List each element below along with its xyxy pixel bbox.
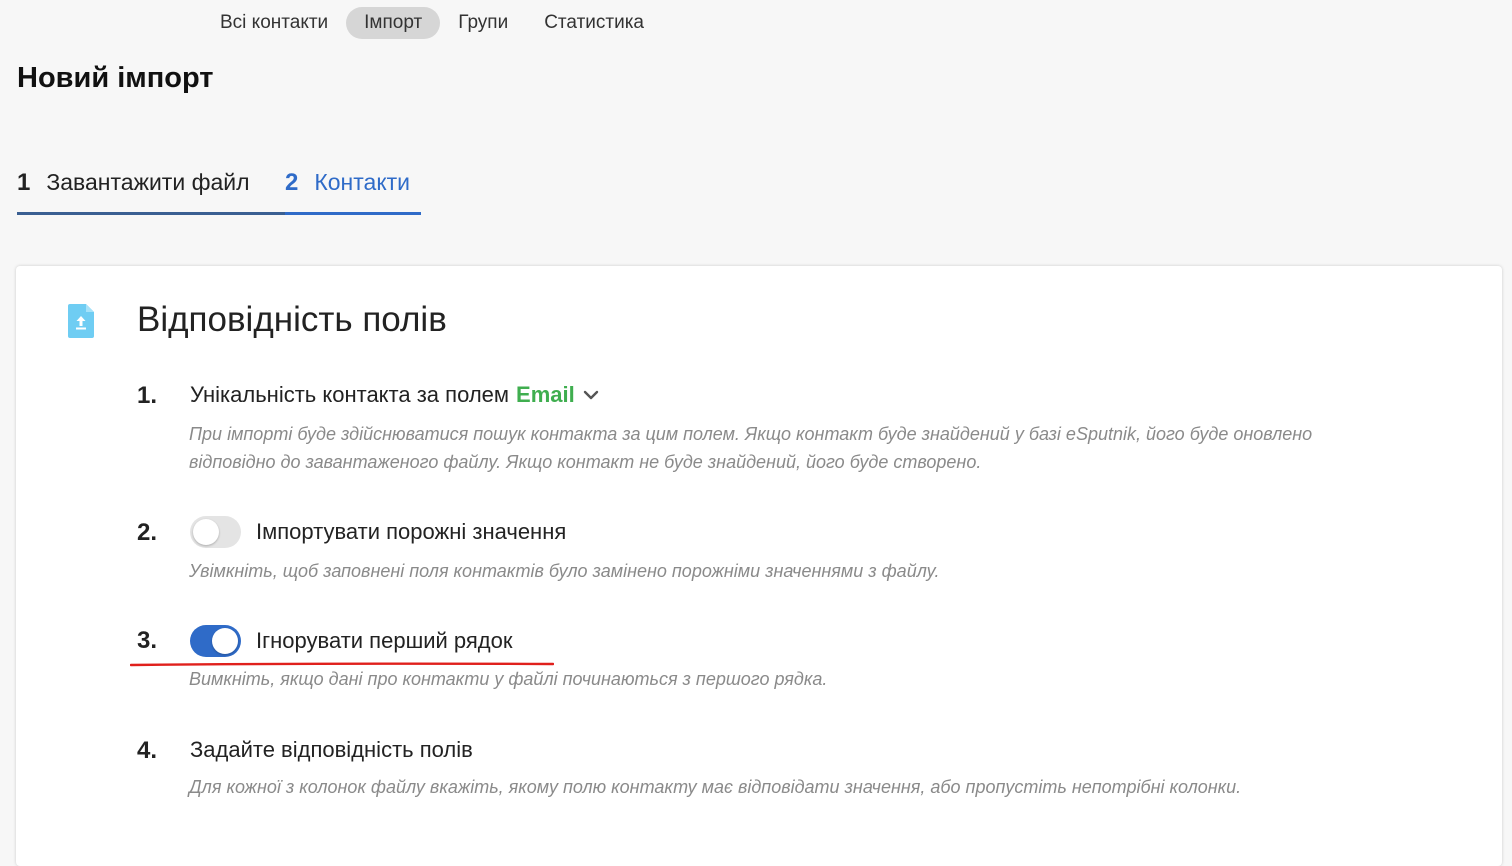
toggle-knob bbox=[193, 519, 219, 545]
step-label: Завантажити файл bbox=[46, 169, 250, 195]
unique-field-select[interactable]: Email bbox=[516, 382, 575, 408]
item-number: 4. bbox=[137, 737, 158, 764]
import-steps: 1 Завантажити файл 2 Контакти bbox=[17, 168, 421, 215]
item-header: Унікальність контакта за полем Email bbox=[190, 382, 599, 408]
item-label: Задайте відповідність полів bbox=[190, 737, 473, 762]
file-upload-icon bbox=[68, 304, 94, 338]
item-number: 3. bbox=[137, 627, 158, 654]
step-number: 1 bbox=[17, 169, 31, 196]
item-header: Імпортувати порожні значення bbox=[190, 516, 566, 548]
item-header: Ігнорувати перший рядок bbox=[190, 625, 513, 657]
ignore-first-row-toggle[interactable] bbox=[190, 625, 241, 657]
import-empty-values-toggle[interactable] bbox=[190, 516, 241, 548]
field-mapping-card: Відповідність полів 1. Унікальність конт… bbox=[16, 266, 1502, 866]
page-title: Новий імпорт bbox=[17, 62, 214, 94]
step-label: Контакти bbox=[314, 169, 411, 195]
item-description: Вимкніть, якщо дані про контакти у файлі… bbox=[189, 669, 828, 689]
item-label: Імпортувати порожні значення bbox=[256, 519, 567, 544]
chevron-down-icon[interactable] bbox=[583, 389, 599, 401]
step-number: 2 bbox=[285, 169, 299, 196]
item-label: Ігнорувати перший рядок bbox=[256, 628, 513, 653]
item-label: Унікальність контакта за полем bbox=[190, 382, 510, 407]
item-description: Для кожної з колонок файлу вкажіть, яком… bbox=[189, 777, 1242, 797]
item-description: Увімкніть, щоб заповнені поля контактів … bbox=[189, 561, 940, 581]
item-description: При імпорті буде здійснюватися пошук кон… bbox=[189, 424, 1313, 472]
toggle-knob bbox=[212, 628, 238, 654]
item-header: Задайте відповідність полів bbox=[190, 737, 473, 763]
item-number: 1. bbox=[137, 382, 158, 409]
step-upload-file[interactable]: 1 Завантажити файл bbox=[17, 168, 285, 215]
nav-item-all-contacts[interactable]: Всі контакти bbox=[202, 7, 346, 39]
card-title: Відповідність полів bbox=[137, 300, 447, 339]
nav-item-import[interactable]: Імпорт bbox=[346, 7, 441, 39]
step-contacts[interactable]: 2 Контакти bbox=[285, 168, 421, 215]
nav-item-groups[interactable]: Групи bbox=[440, 7, 526, 39]
nav-item-statistics[interactable]: Статистика bbox=[526, 7, 662, 39]
item-number: 2. bbox=[137, 519, 158, 546]
annotation-underline bbox=[130, 662, 554, 667]
top-nav: Всі контакти Імпорт Групи Статистика bbox=[202, 7, 662, 39]
